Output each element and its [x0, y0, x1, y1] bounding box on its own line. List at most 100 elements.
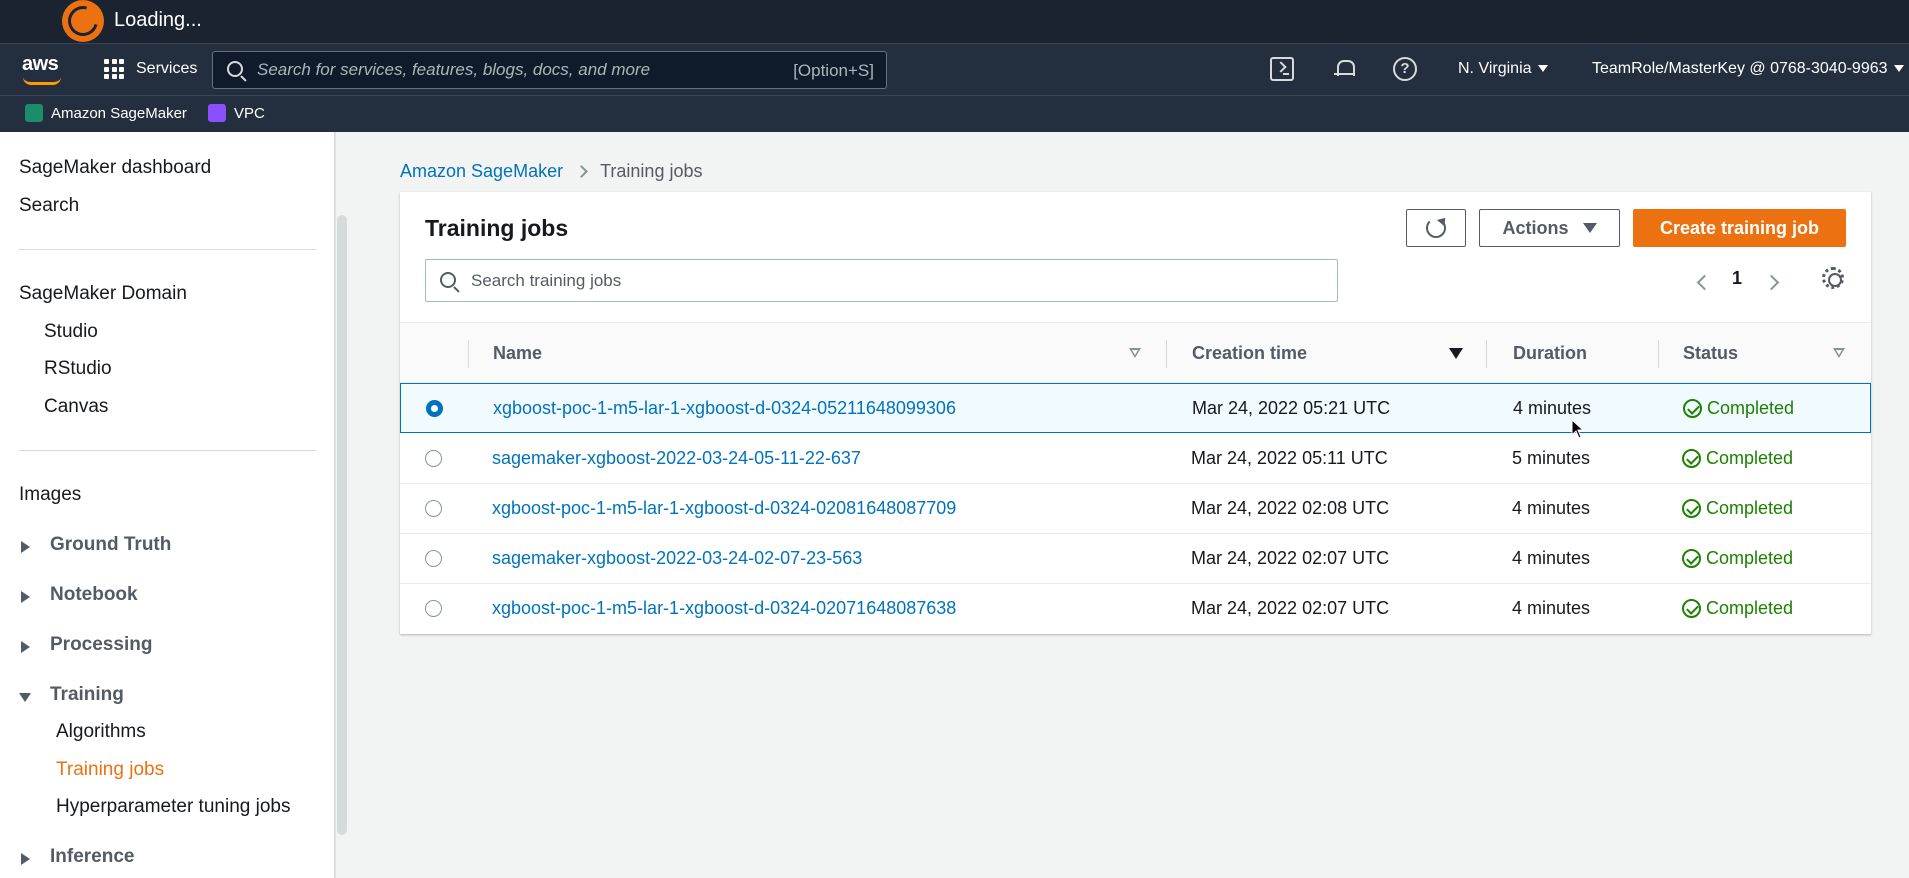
row-radio[interactable] [425, 600, 442, 617]
loading-bar: Loading... [0, 0, 1909, 43]
caret-right-icon [21, 591, 30, 603]
status-badge: Completed [1682, 498, 1793, 519]
sidebar-item-training-jobs[interactable]: Training jobs [56, 759, 164, 781]
search-training-jobs-input[interactable] [471, 260, 1321, 301]
grid-icon [104, 59, 124, 79]
region-selector[interactable]: N. Virginia [1458, 60, 1548, 78]
sort-icon[interactable] [1833, 348, 1845, 358]
services-menu-button[interactable]: Services [104, 59, 197, 79]
page-title: Training jobs [425, 215, 569, 241]
column-header-status[interactable]: Status [1683, 343, 1738, 364]
caret-down-icon [19, 693, 31, 702]
duration: 5 minutes [1512, 448, 1591, 468]
create-training-job-button[interactable]: Create training job [1633, 209, 1846, 247]
caret-down-icon [1582, 223, 1597, 233]
training-job-link[interactable]: xgboost-poc-1-m5-lar-1-xgboost-d-0324-05… [493, 398, 956, 419]
sidebar: SageMaker dashboard Search SageMaker Dom… [0, 132, 335, 878]
table-row[interactable]: xgboost-poc-1-m5-lar-1-xgboost-d-0324-02… [400, 484, 1871, 534]
training-job-link[interactable]: sagemaker-xgboost-2022-03-24-05-11-22-63… [492, 448, 861, 469]
check-circle-icon [1682, 449, 1701, 468]
favorite-vpc[interactable]: VPC [208, 104, 265, 122]
column-divider [1658, 340, 1659, 368]
loading-text: Loading... [114, 9, 202, 31]
caret-right-icon [21, 641, 30, 653]
sidebar-item-search[interactable]: Search [19, 195, 79, 217]
sidebar-scrollbar-thumb[interactable] [337, 215, 347, 835]
sort-descending-icon[interactable] [1449, 348, 1463, 359]
table-row[interactable]: xgboost-poc-1-m5-lar-1-xgboost-d-0324-05… [400, 383, 1871, 433]
account-menu[interactable]: TeamRole/MasterKey @ 0768-3040-9963 [1592, 60, 1904, 78]
column-divider [468, 340, 469, 368]
creation-time: Mar 24, 2022 05:11 UTC [1191, 448, 1388, 468]
sidebar-item-hyperparameter-tuning[interactable]: Hyperparameter tuning jobs [56, 796, 290, 818]
search-icon [440, 272, 456, 288]
creation-time: Mar 24, 2022 02:07 UTC [1191, 548, 1390, 568]
sidebar-group-inference[interactable]: Inference [50, 846, 134, 868]
favorites-bar: Amazon SageMaker VPC [0, 95, 1909, 132]
sidebar-item-algorithms[interactable]: Algorithms [56, 721, 146, 743]
caret-right-icon [21, 541, 30, 553]
sidebar-group-training[interactable]: Training [50, 684, 124, 706]
table-row[interactable]: sagemaker-xgboost-2022-03-24-02-07-23-56… [400, 534, 1871, 584]
aws-top-nav: aws Services [Option+S] ? N. Virginia Te… [0, 43, 1909, 95]
search-icon [227, 61, 243, 77]
global-search[interactable]: [Option+S] [212, 51, 887, 89]
sidebar-item-canvas[interactable]: Canvas [44, 396, 108, 418]
help-icon[interactable]: ? [1393, 57, 1417, 81]
breadcrumb-sagemaker[interactable]: Amazon SageMaker [400, 161, 563, 182]
row-radio[interactable] [425, 550, 442, 567]
table-search[interactable] [425, 259, 1338, 302]
pagination-prev-icon[interactable] [1696, 274, 1713, 291]
global-search-input[interactable] [257, 52, 777, 88]
vpc-icon [208, 104, 226, 122]
training-job-link[interactable]: xgboost-poc-1-m5-lar-1-xgboost-d-0324-02… [492, 498, 956, 519]
pagination-page-number[interactable]: 1 [1732, 268, 1742, 289]
column-header-duration[interactable]: Duration [1513, 343, 1587, 364]
breadcrumb-current: Training jobs [600, 161, 703, 181]
sagemaker-icon [25, 104, 43, 122]
table-header: Name Creation time Duration Status [400, 322, 1871, 383]
sidebar-group-notebook[interactable]: Notebook [50, 584, 138, 606]
check-circle-icon [1682, 599, 1701, 618]
status-badge: Completed [1682, 598, 1793, 619]
gear-icon[interactable] [1822, 267, 1844, 289]
favorite-sagemaker[interactable]: Amazon SageMaker [25, 104, 187, 122]
sidebar-item-rstudio[interactable]: RStudio [44, 358, 112, 380]
creation-time: Mar 24, 2022 02:07 UTC [1191, 598, 1390, 618]
chevron-down-icon [1893, 65, 1904, 73]
sidebar-divider [19, 249, 316, 250]
column-header-creation-time[interactable]: Creation time [1192, 343, 1307, 364]
chevron-right-icon [575, 165, 588, 178]
row-radio[interactable] [425, 500, 442, 517]
column-header-name[interactable]: Name [493, 343, 542, 364]
sidebar-group-ground-truth[interactable]: Ground Truth [50, 534, 171, 556]
pagination-next-icon[interactable] [1763, 274, 1780, 291]
column-divider [1486, 340, 1487, 368]
table-row[interactable]: xgboost-poc-1-m5-lar-1-xgboost-d-0324-02… [400, 584, 1871, 634]
check-circle-icon [1682, 499, 1701, 518]
notifications-bell-icon[interactable] [1332, 57, 1356, 81]
check-circle-icon [1682, 549, 1701, 568]
sidebar-item-dashboard[interactable]: SageMaker dashboard [19, 157, 211, 179]
duration: 4 minutes [1512, 598, 1591, 618]
sidebar-group-processing[interactable]: Processing [50, 634, 152, 656]
training-job-link[interactable]: sagemaker-xgboost-2022-03-24-02-07-23-56… [492, 548, 862, 569]
creation-time: Mar 24, 2022 02:08 UTC [1191, 498, 1390, 518]
sort-icon[interactable] [1129, 348, 1141, 358]
duration: 4 minutes [1512, 548, 1591, 568]
refresh-button[interactable] [1406, 209, 1466, 247]
caret-right-icon [21, 853, 30, 865]
row-radio[interactable] [425, 450, 442, 467]
training-job-link[interactable]: xgboost-poc-1-m5-lar-1-xgboost-d-0324-02… [492, 598, 956, 619]
sidebar-item-studio[interactable]: Studio [44, 321, 98, 343]
actions-button[interactable]: Actions [1479, 209, 1620, 247]
status-badge: Completed [1682, 548, 1793, 569]
sidebar-item-domain[interactable]: SageMaker Domain [19, 283, 187, 305]
cloudshell-icon[interactable] [1270, 57, 1294, 81]
training-jobs-panel: Training jobs Actions Create training jo… [400, 192, 1871, 634]
row-radio[interactable] [426, 400, 443, 417]
aws-logo[interactable]: aws [22, 53, 61, 85]
table-row[interactable]: sagemaker-xgboost-2022-03-24-05-11-22-63… [400, 434, 1871, 484]
sidebar-item-images[interactable]: Images [19, 484, 81, 506]
duration: 4 minutes [1512, 498, 1591, 518]
